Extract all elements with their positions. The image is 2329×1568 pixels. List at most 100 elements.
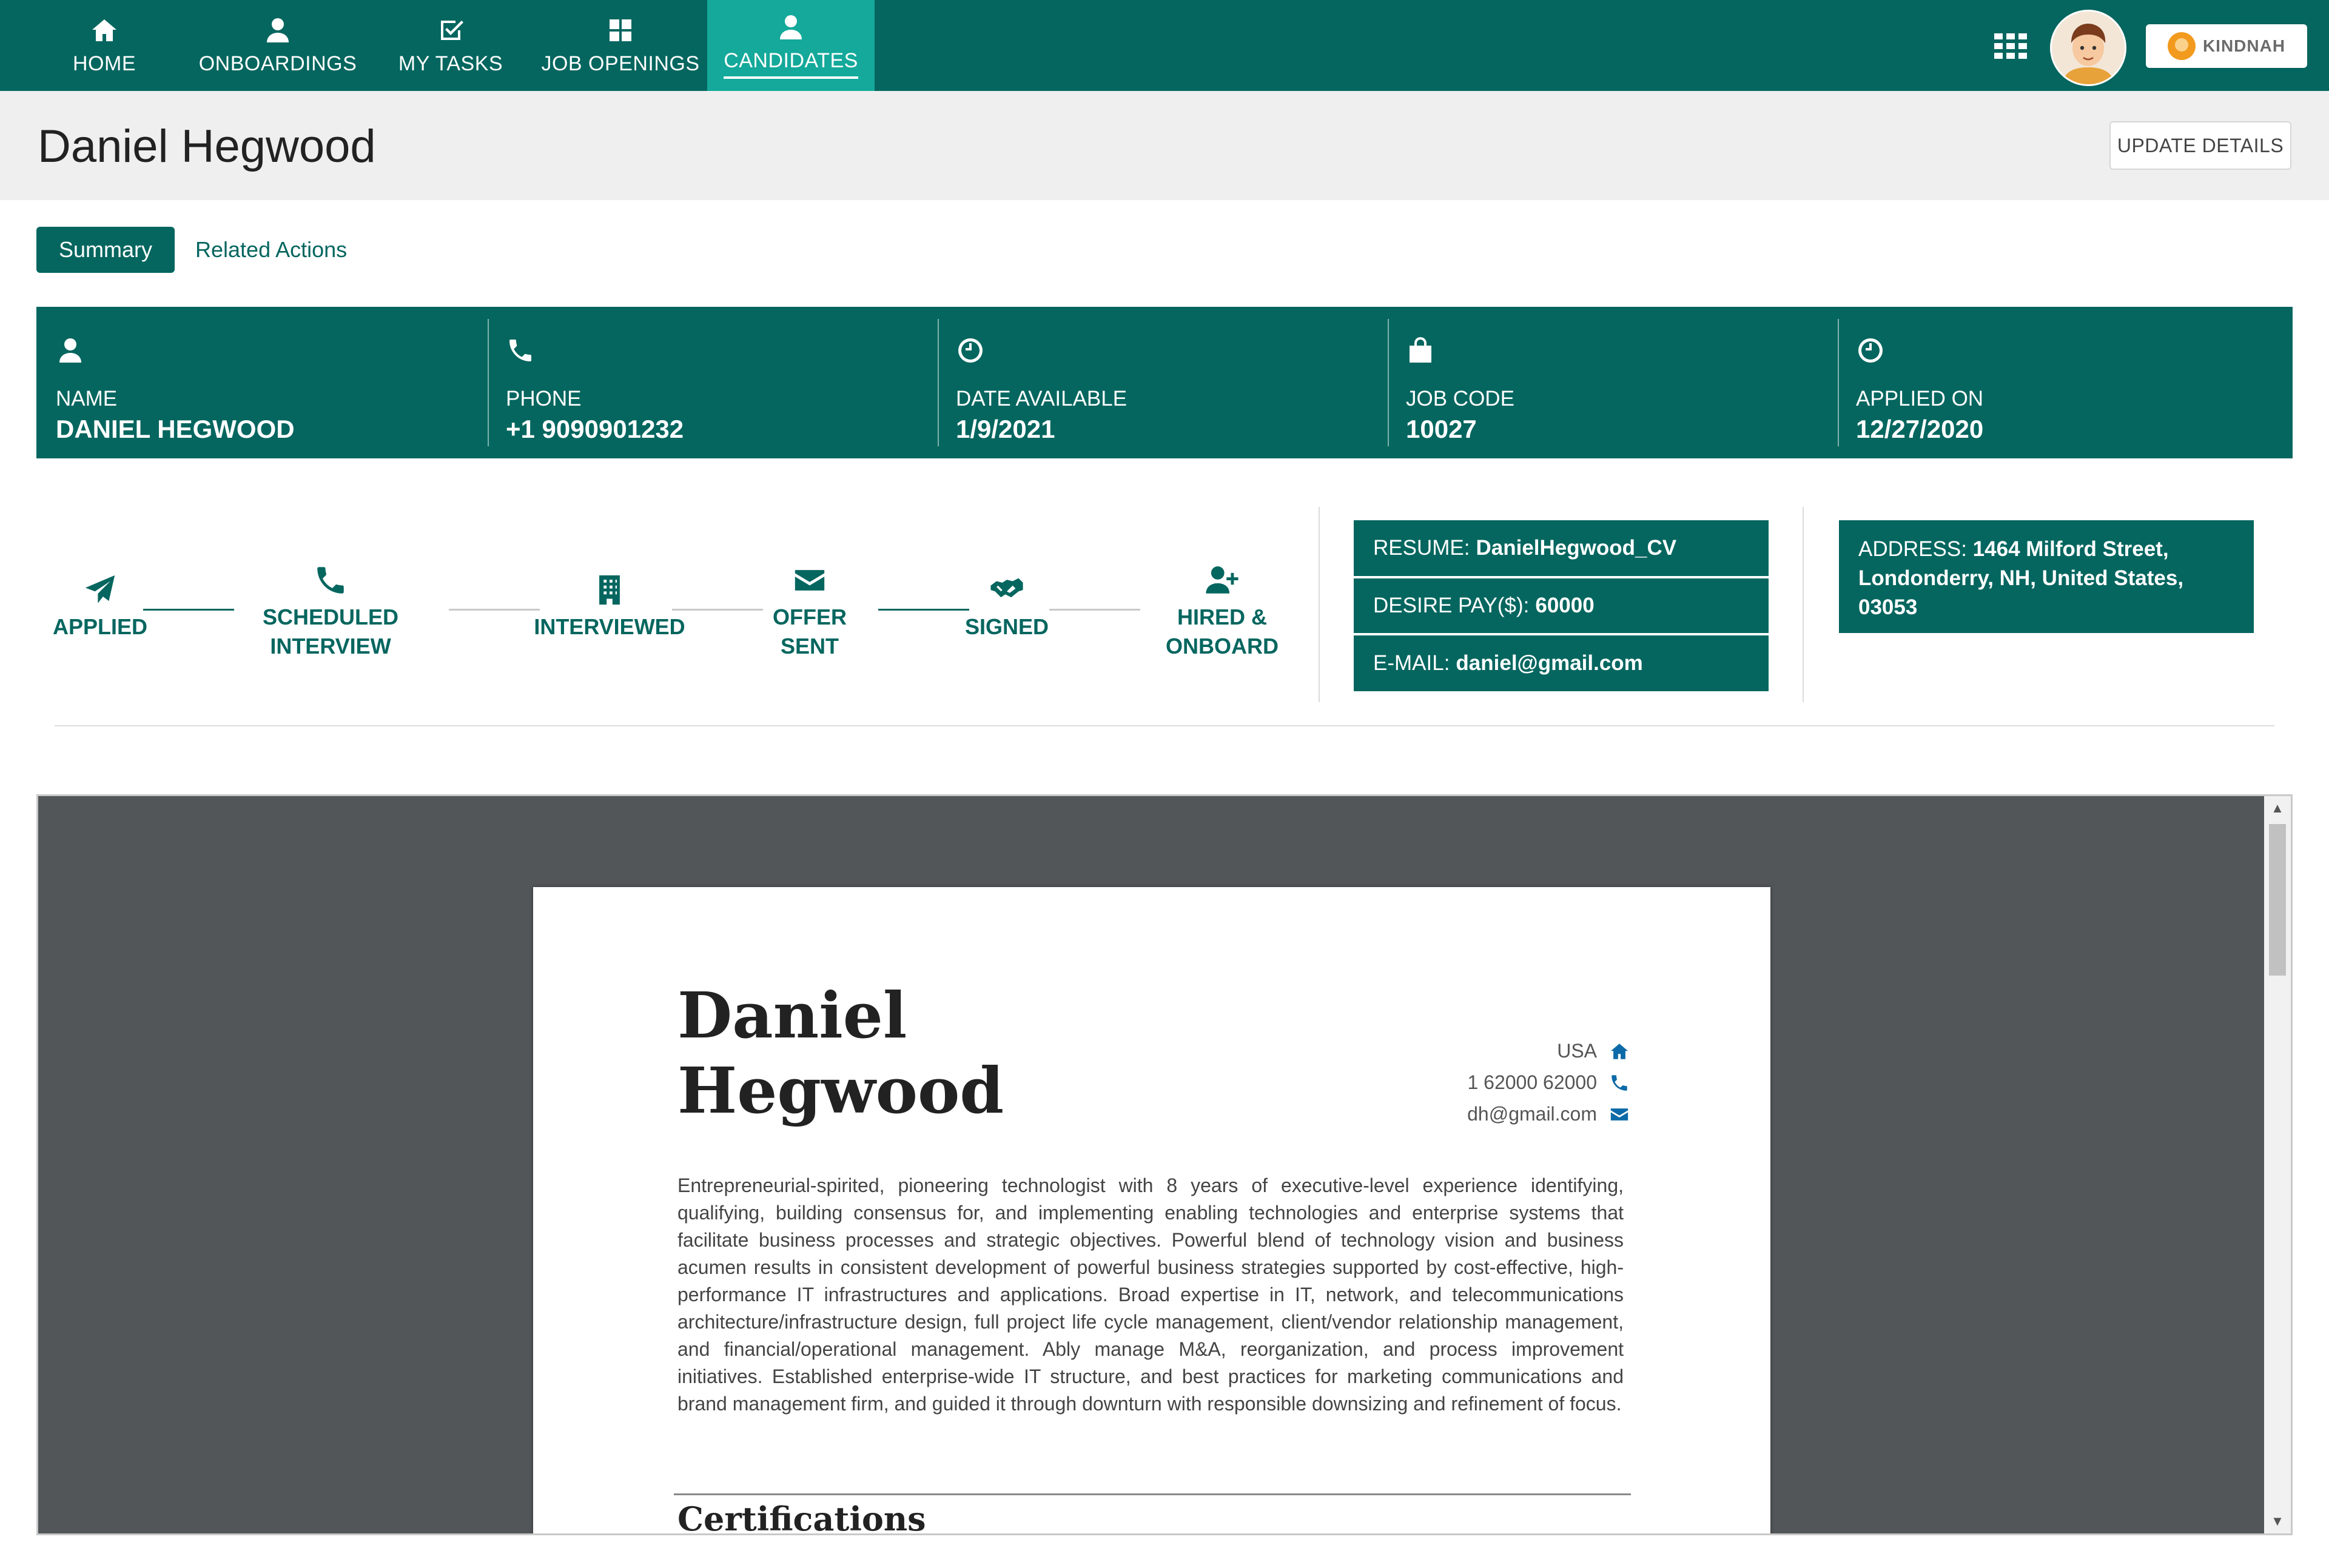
stage-label: ONBOARD [1166, 634, 1279, 658]
info-name-value: DANIEL HEGWOOD [56, 415, 295, 443]
brand-logo[interactable]: KINDNAH [2146, 24, 2307, 68]
stage-label: SIGNED [964, 614, 1049, 639]
info-job-code-label: JOB CODE [1406, 387, 1514, 410]
candidate-info-bar: NAME DANIEL HEGWOOD PHONE +1 9090901232 … [36, 307, 2293, 458]
info-phone-value: +1 9090901232 [506, 415, 684, 443]
info-date-available: DATE AVAILABLE 1/9/2021 [936, 319, 1386, 446]
nav-home[interactable]: HOME [68, 0, 141, 91]
info-date-available-value: 1/9/2021 [956, 415, 1055, 443]
scroll-up-arrow-icon[interactable]: ▲ [2264, 796, 2291, 820]
email-value[interactable]: daniel@gmail.com [1456, 651, 1642, 675]
nav-job-openings[interactable]: JOB OPENINGS [541, 0, 699, 91]
cv-last-name: Hegwood [677, 1053, 1004, 1128]
pipeline-connector [449, 609, 540, 611]
nav-candidates-label: CANDIDATES [724, 49, 858, 79]
stage-interviewed[interactable]: INTERVIEWED [528, 572, 691, 642]
home-icon [1610, 1043, 1628, 1059]
cv-phone-text: 1 62000 62000 [1467, 1071, 1597, 1093]
stage-label: OFFER [773, 605, 847, 629]
stage-signed[interactable]: SIGNED [946, 572, 1067, 642]
update-details-button[interactable]: UPDATE DETAILS [2109, 121, 2291, 170]
stage-applied[interactable]: APPLIED [42, 572, 158, 642]
info-applied-on-label: APPLIED ON [1856, 387, 1984, 410]
address-label: ADDRESS: [1858, 537, 1967, 561]
info-name-label: NAME [56, 387, 118, 410]
building-icon [599, 575, 620, 605]
info-applied-on: APPLIED ON 12/27/2020 [1837, 319, 2287, 446]
stage-label: INTERVIEWED [534, 614, 685, 639]
user-icon [267, 18, 289, 42]
resume-box[interactable]: RESUME: DanielHegwood_CV [1354, 520, 1769, 576]
cv-phone: 1 62000 62000 [1467, 1071, 1630, 1094]
cv-first-name: Daniel [677, 978, 907, 1053]
phone-icon [1611, 1074, 1627, 1091]
home-icon [92, 19, 116, 41]
email-box: E-MAIL: daniel@gmail.com [1354, 635, 1769, 691]
paper-plane-icon [85, 575, 115, 603]
stage-label: HIRED & [1177, 605, 1267, 629]
info-applied-on-value: 12/27/2020 [1856, 415, 1984, 443]
stage-offer-sent[interactable]: OFFER SENT [740, 563, 879, 661]
desire-pay-value: 60000 [1535, 594, 1595, 617]
divider [1803, 507, 1804, 702]
cv-section-title: Certifications [677, 1499, 926, 1535]
viewer-scrollbar[interactable]: ▲ ▼ [2264, 796, 2291, 1533]
info-job-code-value: 10027 [1406, 415, 1477, 443]
page-title: Daniel Hegwood [38, 121, 376, 172]
nav-job-openings-label: JOB OPENINGS [541, 52, 700, 75]
stage-hired-onboard[interactable]: HIRED & ONBOARD [1152, 563, 1292, 661]
brand-text: KINDNAH [2202, 36, 2286, 55]
tab-related-actions[interactable]: Related Actions [195, 227, 347, 273]
stage-scheduled-interview[interactable]: SCHEDULED INTERVIEW [255, 563, 406, 661]
cv-email: dh@gmail.com [1467, 1103, 1630, 1125]
cv-country: USA [1557, 1040, 1630, 1062]
divider [1319, 507, 1320, 702]
section-divider [55, 725, 2274, 726]
resume-label: RESUME: [1373, 536, 1470, 560]
cv-country-text: USA [1557, 1040, 1597, 1062]
stage-label: INTERVIEW [270, 634, 391, 658]
pipeline-connector [1049, 609, 1140, 611]
apps-grid-icon[interactable] [1994, 33, 2028, 60]
desire-pay-box: DESIRE PAY($): 60000 [1354, 578, 1769, 633]
handshake-icon [990, 578, 1023, 598]
phone-icon [317, 567, 344, 594]
envelope-icon [795, 570, 825, 591]
stage-label: APPLIED [52, 614, 148, 639]
pipeline-connector [143, 609, 234, 611]
info-phone: PHONE +1 9090901232 [486, 319, 936, 446]
envelope-icon [1610, 1108, 1628, 1121]
scroll-down-arrow-icon[interactable]: ▼ [2264, 1509, 2291, 1533]
stage-label: SENT [780, 634, 839, 658]
resume-link[interactable]: DanielHegwood_CV [1476, 536, 1676, 560]
cv-email-text: dh@gmail.com [1467, 1103, 1597, 1125]
nav-home-label: HOME [73, 52, 136, 75]
nav-candidates[interactable]: CANDIDATES [707, 0, 875, 91]
user-icon [780, 15, 802, 39]
check-square-icon [441, 20, 463, 40]
info-name: NAME DANIEL HEGWOOD [36, 319, 486, 446]
clock-icon [1856, 336, 1885, 365]
nav-onboardings-label: ONBOARDINGS [198, 52, 357, 75]
nav-my-tasks[interactable]: MY TASKS [393, 0, 508, 91]
resume-page: Daniel Hegwood USA 1 62000 62000 dh@gmai… [533, 887, 1770, 1535]
desire-pay-label: DESIRE PAY($): [1373, 594, 1530, 617]
user-plus-icon [1206, 566, 1238, 594]
grid-icon [610, 19, 631, 41]
cv-name: Daniel Hegwood [677, 978, 1004, 1128]
scroll-thumb[interactable] [2269, 824, 2286, 976]
page-header: Daniel Hegwood UPDATE DETAILS [0, 91, 2329, 200]
info-phone-label: PHONE [506, 387, 582, 410]
cv-divider [674, 1493, 1631, 1495]
nav-onboardings[interactable]: ONBOARDINGS [195, 0, 360, 91]
stage-label: SCHEDULED [262, 605, 398, 629]
shopping-bag-icon [1406, 336, 1435, 365]
clock-icon [956, 336, 985, 365]
avatar[interactable] [2050, 10, 2126, 86]
tab-summary[interactable]: Summary [36, 227, 175, 273]
brand-mark-icon [2167, 32, 2196, 60]
resume-viewer[interactable]: Daniel Hegwood USA 1 62000 62000 dh@gmai… [36, 794, 2293, 1535]
nav-my-tasks-label: MY TASKS [398, 52, 503, 75]
top-navigation: HOME ONBOARDINGS MY TASKS JOB OPENINGS C… [0, 0, 2329, 91]
email-label: E-MAIL: [1373, 651, 1450, 675]
